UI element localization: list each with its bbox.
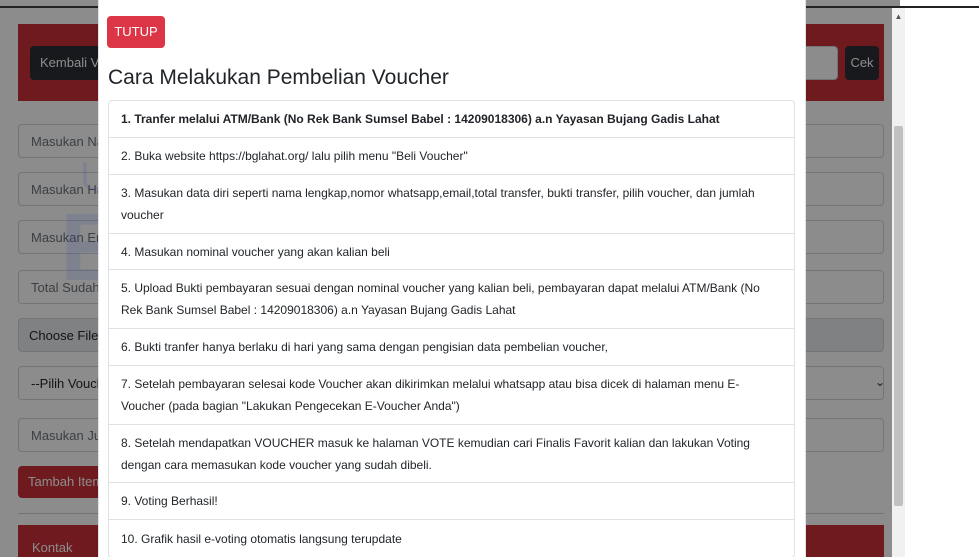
- list-item: 3. Masukan data diri seperti nama lengka…: [109, 175, 794, 234]
- list-item: 4. Masukan nominal voucher yang akan kal…: [109, 234, 794, 270]
- list-item: 1. Tranfer melalui ATM/Bank (No Rek Bank…: [109, 101, 794, 138]
- list-item: 8. Setelah mendapatkan VOUCHER masuk ke …: [109, 425, 794, 483]
- list-item: 2. Buka website https://bglahat.org/ lal…: [109, 138, 794, 175]
- page-scrollbar[interactable]: ▲: [892, 8, 905, 557]
- close-button[interactable]: TUTUP: [107, 16, 165, 48]
- list-item: 5. Upload Bukti pembayaran sesuai dengan…: [109, 270, 794, 329]
- scroll-up-arrow-icon[interactable]: ▲: [892, 12, 905, 21]
- list-item: 6. Bukti tranfer hanya berlaku di hari y…: [109, 329, 794, 366]
- steps-list: 1. Tranfer melalui ATM/Bank (No Rek Bank…: [108, 100, 795, 557]
- list-item: 10. Grafik hasil e-voting otomatis langs…: [121, 531, 402, 546]
- scrollbar-thumb[interactable]: [894, 126, 903, 506]
- modal-title: Cara Melakukan Pembelian Voucher: [108, 66, 449, 89]
- list-item: 7. Setelah pembayaran selesai kode Vouch…: [109, 366, 794, 425]
- list-item: 9. Voting Berhasil!: [109, 483, 794, 520]
- instructions-modal: TUTUP Cara Melakukan Pembelian Voucher 1…: [98, 0, 806, 557]
